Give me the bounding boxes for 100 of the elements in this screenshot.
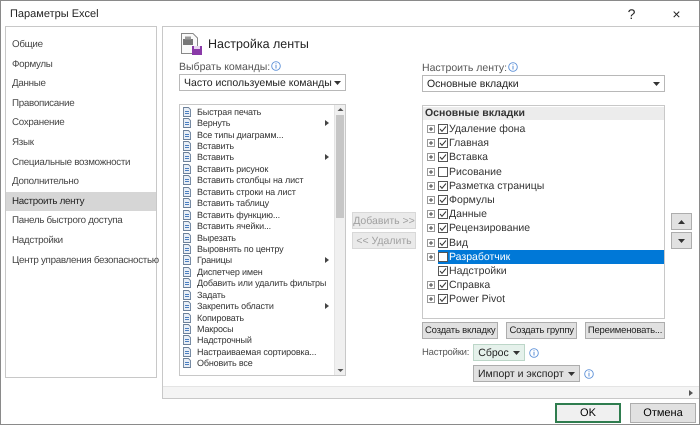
- document-icon: [182, 255, 192, 266]
- ribbon-tab-item[interactable]: Вид: [438, 236, 664, 250]
- ribbon-tab-item[interactable]: Удаление фона: [438, 122, 664, 136]
- document-icon: [182, 164, 192, 174]
- checkbox[interactable]: [438, 223, 448, 234]
- command-item[interactable]: Вставить столбцы на лист: [197, 175, 334, 186]
- command-item[interactable]: Вставить ячейки...: [197, 221, 334, 232]
- close-button[interactable]: ×: [654, 1, 699, 26]
- command-item[interactable]: Вставить строки на лист: [197, 186, 334, 197]
- ok-button[interactable]: OK: [555, 403, 621, 423]
- ribbon-tab-item[interactable]: Рецензирование: [438, 221, 664, 236]
- tree-header: Основные вкладки: [423, 107, 664, 120]
- dropdown-value: Часто используемые команды: [184, 76, 332, 88]
- reset-button[interactable]: Сброс: [473, 344, 525, 361]
- ribbon-tab-item[interactable]: Главная: [438, 136, 664, 150]
- command-item[interactable]: Вырезать: [197, 232, 334, 243]
- document-icon: [182, 198, 192, 208]
- command-item[interactable]: Диспетчер имен: [197, 266, 334, 277]
- info-icon: [508, 62, 518, 72]
- ribbon-action-button[interactable]: Создать вкладку: [422, 322, 498, 339]
- checkbox[interactable]: [438, 266, 448, 276]
- up-arrow-icon: [678, 220, 685, 224]
- info-icon: [584, 368, 594, 378]
- command-item[interactable]: Вставить таблицу: [197, 198, 334, 208]
- scrollbar[interactable]: [334, 105, 345, 375]
- command-item[interactable]: Макросы: [197, 324, 334, 334]
- checkbox[interactable]: [438, 180, 448, 191]
- checkbox[interactable]: [438, 209, 448, 220]
- checkbox[interactable]: [438, 195, 448, 206]
- document-icon: [182, 290, 192, 300]
- import-export-button[interactable]: Импорт и экспорт: [473, 365, 580, 382]
- ribbon-tab-item[interactable]: Надстройки: [438, 264, 664, 278]
- checkbox[interactable]: [438, 152, 448, 162]
- move-down-button[interactable]: [671, 232, 692, 249]
- caret-icon: [512, 350, 520, 354]
- ribbon-tab-item[interactable]: Power Pivot: [438, 292, 664, 306]
- ribbon-tab-item[interactable]: Вставка: [438, 150, 664, 165]
- sidebar-item[interactable]: Панель быстрого доступа: [6, 211, 156, 231]
- commands-dropdown[interactable]: Часто используемые команды: [179, 74, 346, 91]
- command-item[interactable]: Вставить: [197, 152, 323, 162]
- checkbox[interactable]: [438, 238, 448, 248]
- sidebar-item[interactable]: Сохранение: [6, 113, 156, 133]
- caret-icon: [334, 80, 341, 84]
- command-item[interactable]: Вставить рисунок: [197, 164, 334, 174]
- sidebar-item[interactable]: Надстройки: [6, 230, 156, 251]
- document-icon: [182, 335, 192, 346]
- field-label: Настроить ленту:: [422, 62, 508, 74]
- sidebar-item[interactable]: Язык: [6, 132, 156, 153]
- cancel-button[interactable]: Отмена: [630, 403, 696, 423]
- command-item[interactable]: Задать: [197, 290, 334, 300]
- ribbon-tab-item[interactable]: Формулы: [438, 192, 664, 208]
- ribbon-tab-item[interactable]: Справка: [438, 278, 664, 292]
- settings-label: Настройки:: [422, 347, 470, 358]
- document-icon: [182, 152, 192, 162]
- checkbox[interactable]: [438, 294, 448, 304]
- document-icon: [182, 324, 192, 334]
- command-item[interactable]: Вернуть: [197, 118, 323, 128]
- checkbox[interactable]: [438, 252, 448, 262]
- checkbox[interactable]: [438, 280, 448, 290]
- sidebar-item[interactable]: Правописание: [6, 94, 156, 114]
- sidebar-item[interactable]: Специальные возможности: [6, 152, 156, 172]
- document-icon: [182, 186, 192, 197]
- sidebar-item[interactable]: Дополнительно: [6, 172, 156, 192]
- move-up-button[interactable]: [671, 213, 692, 230]
- command-item[interactable]: Добавить или удалить фильтры: [197, 278, 334, 288]
- command-item[interactable]: Вставить: [197, 141, 334, 152]
- sidebar-item[interactable]: Данные: [6, 74, 156, 94]
- checkbox[interactable]: [438, 124, 448, 134]
- command-item[interactable]: Выровнять по центру: [197, 244, 334, 254]
- document-icon: [182, 232, 192, 243]
- command-item[interactable]: Быстрая печать: [197, 106, 334, 117]
- horizontal-scrollbar[interactable]: [163, 386, 699, 398]
- document-icon: [182, 210, 192, 220]
- ribbon-tab-item[interactable]: Разметка страницы: [438, 178, 664, 193]
- window-title: Параметры Excel: [10, 8, 100, 20]
- sidebar-item[interactable]: Настроить ленту: [6, 192, 156, 212]
- caret-icon: [568, 372, 575, 376]
- ribbon-tab-item[interactable]: Данные: [438, 207, 664, 222]
- sidebar-item[interactable]: Общие: [6, 35, 156, 55]
- ribbon-action-button[interactable]: Переименовать...: [584, 322, 666, 339]
- command-item[interactable]: Обновить все: [197, 358, 334, 368]
- ribbon-dropdown[interactable]: Основные вкладки: [422, 75, 665, 92]
- command-item[interactable]: Закрепить области: [197, 301, 323, 312]
- ribbon-action-button[interactable]: Создать группу: [506, 322, 577, 339]
- checkbox[interactable]: [438, 138, 448, 148]
- scrollbar-thumb[interactable]: [336, 115, 344, 218]
- command-item[interactable]: Копировать: [197, 312, 334, 323]
- ribbon-tab-item[interactable]: Разработчик: [438, 250, 664, 264]
- command-item[interactable]: Настраиваемая сортировка...: [197, 346, 334, 357]
- checkbox[interactable]: [438, 166, 448, 177]
- ribbon-tab-item[interactable]: Рисование: [438, 164, 664, 179]
- command-item[interactable]: Вставить функцию...: [197, 210, 334, 220]
- help-button[interactable]: ?: [609, 1, 654, 26]
- command-item[interactable]: Границы: [197, 255, 323, 266]
- caret-icon: [678, 238, 685, 242]
- command-item[interactable]: Все типы диаграмм...: [197, 130, 334, 140]
- scroll-up-icon: [336, 105, 344, 113]
- sidebar-item[interactable]: Формулы: [6, 54, 156, 74]
- info-icon: [528, 348, 539, 358]
- command-item[interactable]: Надстрочный: [197, 335, 334, 346]
